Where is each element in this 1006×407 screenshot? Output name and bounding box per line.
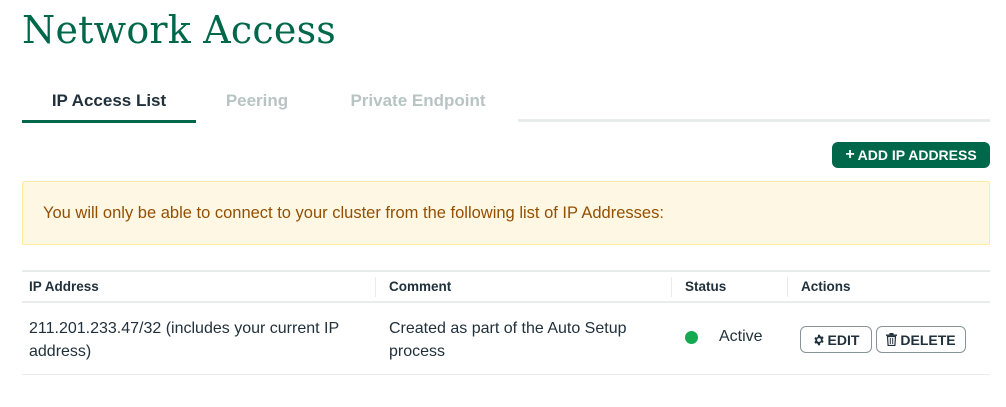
edit-button[interactable]: EDIT — [800, 326, 872, 353]
trash-icon — [886, 333, 898, 346]
actions-cell: EDIT DELETE — [800, 326, 966, 353]
tab-bar-divider — [518, 119, 990, 122]
header-ip-address: IP Address — [29, 279, 99, 294]
info-banner-text: You will only be able to connect to your… — [43, 203, 664, 222]
tab-peering[interactable]: Peering — [196, 84, 318, 123]
add-ip-address-button[interactable]: + ADD IP ADDRESS — [832, 142, 990, 168]
header-status: Status — [670, 272, 726, 301]
info-banner: You will only be able to connect to your… — [22, 181, 990, 245]
table-header: IP Address Comment Status Actions — [22, 270, 990, 303]
table-row: 211.201.233.47/32 (includes your current… — [22, 303, 990, 375]
comment-cell: Created as part of the Auto Setup proces… — [389, 320, 627, 360]
plus-icon: + — [845, 146, 855, 163]
page-title: Network Access — [22, 8, 336, 52]
ip-address-cell: 211.201.233.47/32 (includes your current… — [29, 320, 339, 360]
gear-icon — [813, 334, 825, 346]
delete-label: DELETE — [900, 331, 956, 348]
status-label: Active — [719, 328, 763, 345]
header-comment: Comment — [374, 272, 451, 301]
header-actions: Actions — [787, 272, 851, 301]
status-cell: Active — [685, 328, 763, 346]
delete-button[interactable]: DELETE — [876, 326, 966, 353]
tab-bar: IP Access List Peering Private Endpoint — [22, 84, 990, 123]
status-active-dot-icon — [685, 330, 698, 344]
add-ip-address-label: ADD IP ADDRESS — [857, 147, 977, 163]
ip-access-table: IP Address Comment Status Actions 211.20… — [22, 270, 990, 375]
tab-private-endpoint[interactable]: Private Endpoint — [318, 84, 518, 123]
tab-ip-access-list[interactable]: IP Access List — [22, 84, 196, 123]
edit-label: EDIT — [827, 331, 860, 348]
